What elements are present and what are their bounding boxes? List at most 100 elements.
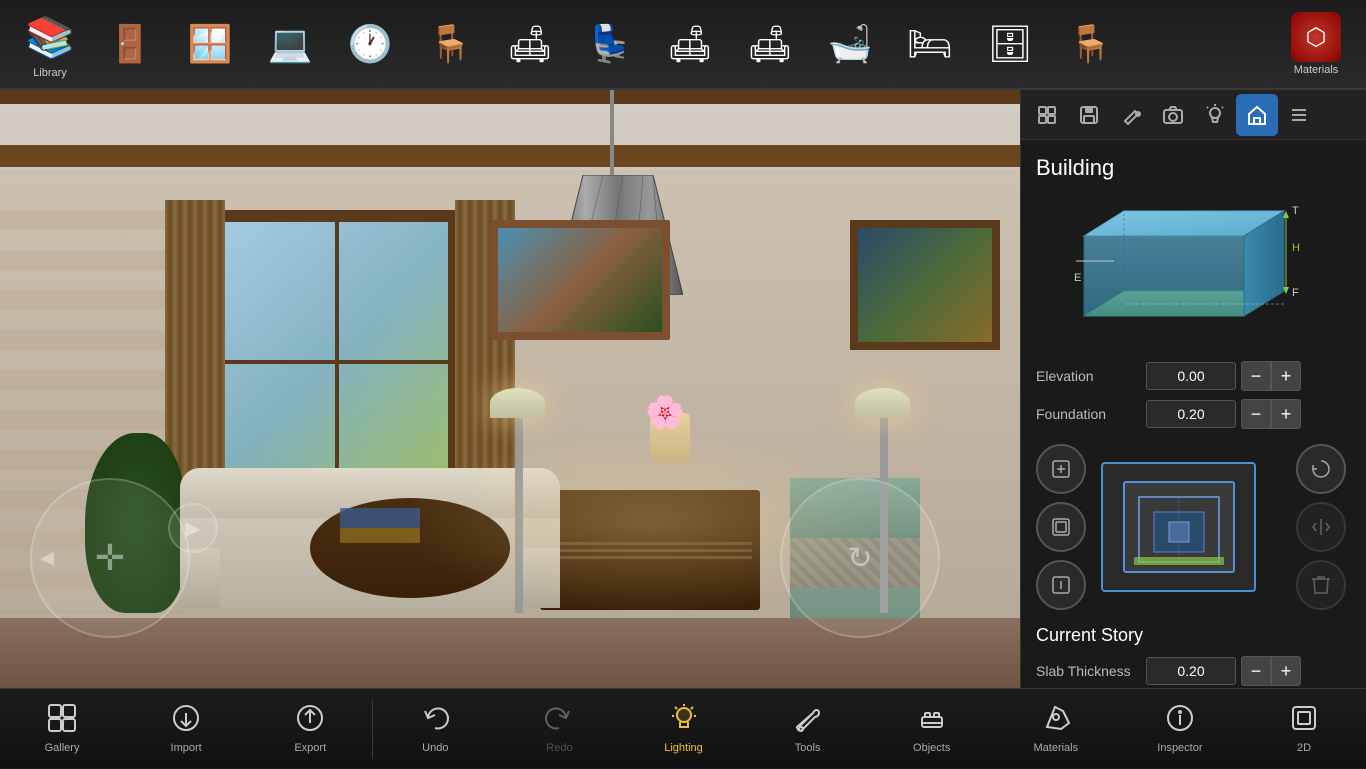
- gallery-label: Gallery: [45, 742, 80, 754]
- elevation-input[interactable]: [1146, 362, 1236, 390]
- cabinet-icon: 🗄: [983, 17, 1038, 72]
- top-door-item[interactable]: 🚪: [90, 4, 170, 84]
- tools-label: Tools: [795, 742, 821, 754]
- bottom-import-button[interactable]: Import: [124, 689, 248, 769]
- top-sofa-pink-item[interactable]: 🛋: [650, 4, 730, 84]
- objects-label: Objects: [913, 742, 950, 754]
- redo-label: Redo: [546, 742, 572, 754]
- laptop-icon: 💻: [263, 17, 318, 72]
- import-label: Import: [171, 742, 202, 754]
- scene-painting-right: [850, 220, 1000, 350]
- current-story-title: Current Story: [1036, 625, 1351, 646]
- bottom-2d-button[interactable]: 2D: [1242, 689, 1366, 769]
- scene-window: [210, 210, 460, 510]
- slab-thickness-increase-button[interactable]: +: [1271, 656, 1301, 686]
- foundation-field-row: Foundation − +: [1036, 399, 1351, 429]
- panel-list-button[interactable]: [1278, 94, 1320, 136]
- top-laptop-item[interactable]: 💻: [250, 4, 330, 84]
- ceiling-beam-top: [0, 90, 1020, 104]
- elevation-decrease-button[interactable]: −: [1241, 361, 1271, 391]
- yellow-armchair-icon: 🛋: [503, 17, 558, 72]
- gallery-icon: [47, 703, 77, 740]
- top-window-item[interactable]: 🪟: [170, 4, 250, 84]
- foundation-increase-button[interactable]: +: [1271, 399, 1301, 429]
- foundation-input[interactable]: [1146, 400, 1236, 428]
- left-button-column: [1036, 444, 1091, 610]
- top-sofa-yellow-item[interactable]: 🛋: [730, 4, 810, 84]
- svg-text:H: H: [1292, 242, 1300, 254]
- undo-icon: [420, 703, 450, 740]
- bottom-lighting-button[interactable]: Lighting: [621, 689, 745, 769]
- top-cabinet-item[interactable]: 🗄: [970, 4, 1050, 84]
- top-armchair-yellow-item[interactable]: 🛋: [490, 4, 570, 84]
- lighting-icon: [669, 703, 699, 740]
- elevation-label: Elevation: [1036, 368, 1146, 384]
- top-chair-red-item[interactable]: 🪑: [410, 4, 490, 84]
- bottom-toolbar: Gallery Import Export Undo: [0, 688, 1366, 768]
- bottom-inspector-button[interactable]: Inspector: [1118, 689, 1242, 769]
- bottom-materials-button[interactable]: Materials: [994, 689, 1118, 769]
- top-bathtub-item[interactable]: 🛁: [810, 4, 890, 84]
- foundation-decrease-button[interactable]: −: [1241, 399, 1271, 429]
- pink-chair-icon: 💺: [583, 17, 638, 72]
- panel-save-button[interactable]: [1068, 94, 1110, 136]
- add-level-button[interactable]: [1036, 444, 1086, 494]
- tools-icon: [793, 703, 823, 740]
- red-chair-icon: 🪑: [423, 17, 478, 72]
- elevation-increase-button[interactable]: +: [1271, 361, 1301, 391]
- level-settings-button[interactable]: [1036, 502, 1086, 552]
- nav-control-right[interactable]: ↻: [780, 478, 940, 638]
- top-toolbar: 📚 Library 🚪 🪟 💻 🕐 🪑 🛋 💺 🛋 🛋 🛁 🛏 🗄 🪑 ⬡: [0, 0, 1366, 90]
- building-options-grid: [1036, 444, 1351, 610]
- panel-select-button[interactable]: [1026, 94, 1068, 136]
- materials-bottom-label: Materials: [1033, 742, 1078, 754]
- 2d-label: 2D: [1297, 742, 1311, 754]
- nav-back-icon: ◀: [40, 548, 54, 569]
- elevation-field-row: Elevation − +: [1036, 361, 1351, 391]
- materials-label: Materials: [1294, 64, 1339, 76]
- bottom-objects-button[interactable]: Objects: [870, 689, 994, 769]
- bottom-tools-button[interactable]: Tools: [746, 689, 870, 769]
- panel-paint-button[interactable]: [1110, 94, 1152, 136]
- building-diagram: T H F E: [1036, 191, 1351, 351]
- top-chair-red2-item[interactable]: 🪑: [1050, 4, 1130, 84]
- copy-level-button[interactable]: [1036, 560, 1086, 610]
- library-label: Library: [33, 67, 67, 79]
- right-button-column: [1296, 444, 1351, 610]
- right-panel: Building: [1020, 90, 1366, 768]
- ceiling-beam-mid: [0, 145, 1020, 167]
- panel-light-button[interactable]: [1194, 94, 1236, 136]
- redo-icon: [544, 703, 574, 740]
- panel-toolbar: [1021, 90, 1366, 140]
- slab-thickness-decrease-button[interactable]: −: [1241, 656, 1271, 686]
- pink-sofa-icon: 🛋: [663, 17, 718, 72]
- svg-text:T: T: [1292, 205, 1299, 217]
- bottom-gallery-button[interactable]: Gallery: [0, 689, 124, 769]
- red-chair2-icon: 🪑: [1063, 17, 1118, 72]
- panel-camera-button[interactable]: [1152, 94, 1194, 136]
- bottom-redo-button[interactable]: Redo: [497, 689, 621, 769]
- inspector-label: Inspector: [1157, 742, 1202, 754]
- bottom-undo-button[interactable]: Undo: [373, 689, 497, 769]
- floor-plan-thumbnail[interactable]: [1101, 462, 1256, 592]
- top-chair-pink-item[interactable]: 💺: [570, 4, 650, 84]
- top-library-button[interactable]: 📚 Library: [10, 4, 90, 84]
- floor-lamp-left-shade: [490, 388, 545, 418]
- scene-painting: [490, 220, 670, 340]
- nav-control-left[interactable]: ✛ ◀: [30, 478, 190, 638]
- top-materials-button[interactable]: ⬡ Materials: [1276, 4, 1356, 84]
- slab-thickness-input[interactable]: [1146, 657, 1236, 685]
- panel-home-button[interactable]: [1236, 94, 1278, 136]
- bathtub-icon: 🛁: [823, 17, 878, 72]
- lamp-cord: [610, 90, 614, 180]
- mirror-button[interactable]: [1296, 502, 1346, 552]
- top-clock-item[interactable]: 🕐: [330, 4, 410, 84]
- top-bed-item[interactable]: 🛏: [890, 4, 970, 84]
- slab-thickness-label: Slab Thickness: [1036, 663, 1146, 679]
- delete-level-button[interactable]: [1296, 560, 1346, 610]
- rotate-building-button[interactable]: [1296, 444, 1346, 494]
- bottom-export-button[interactable]: Export: [248, 689, 372, 769]
- 2d-icon: [1289, 703, 1319, 740]
- library-icon: 📚: [23, 10, 78, 65]
- nav-mini-circle[interactable]: ▶: [168, 503, 218, 553]
